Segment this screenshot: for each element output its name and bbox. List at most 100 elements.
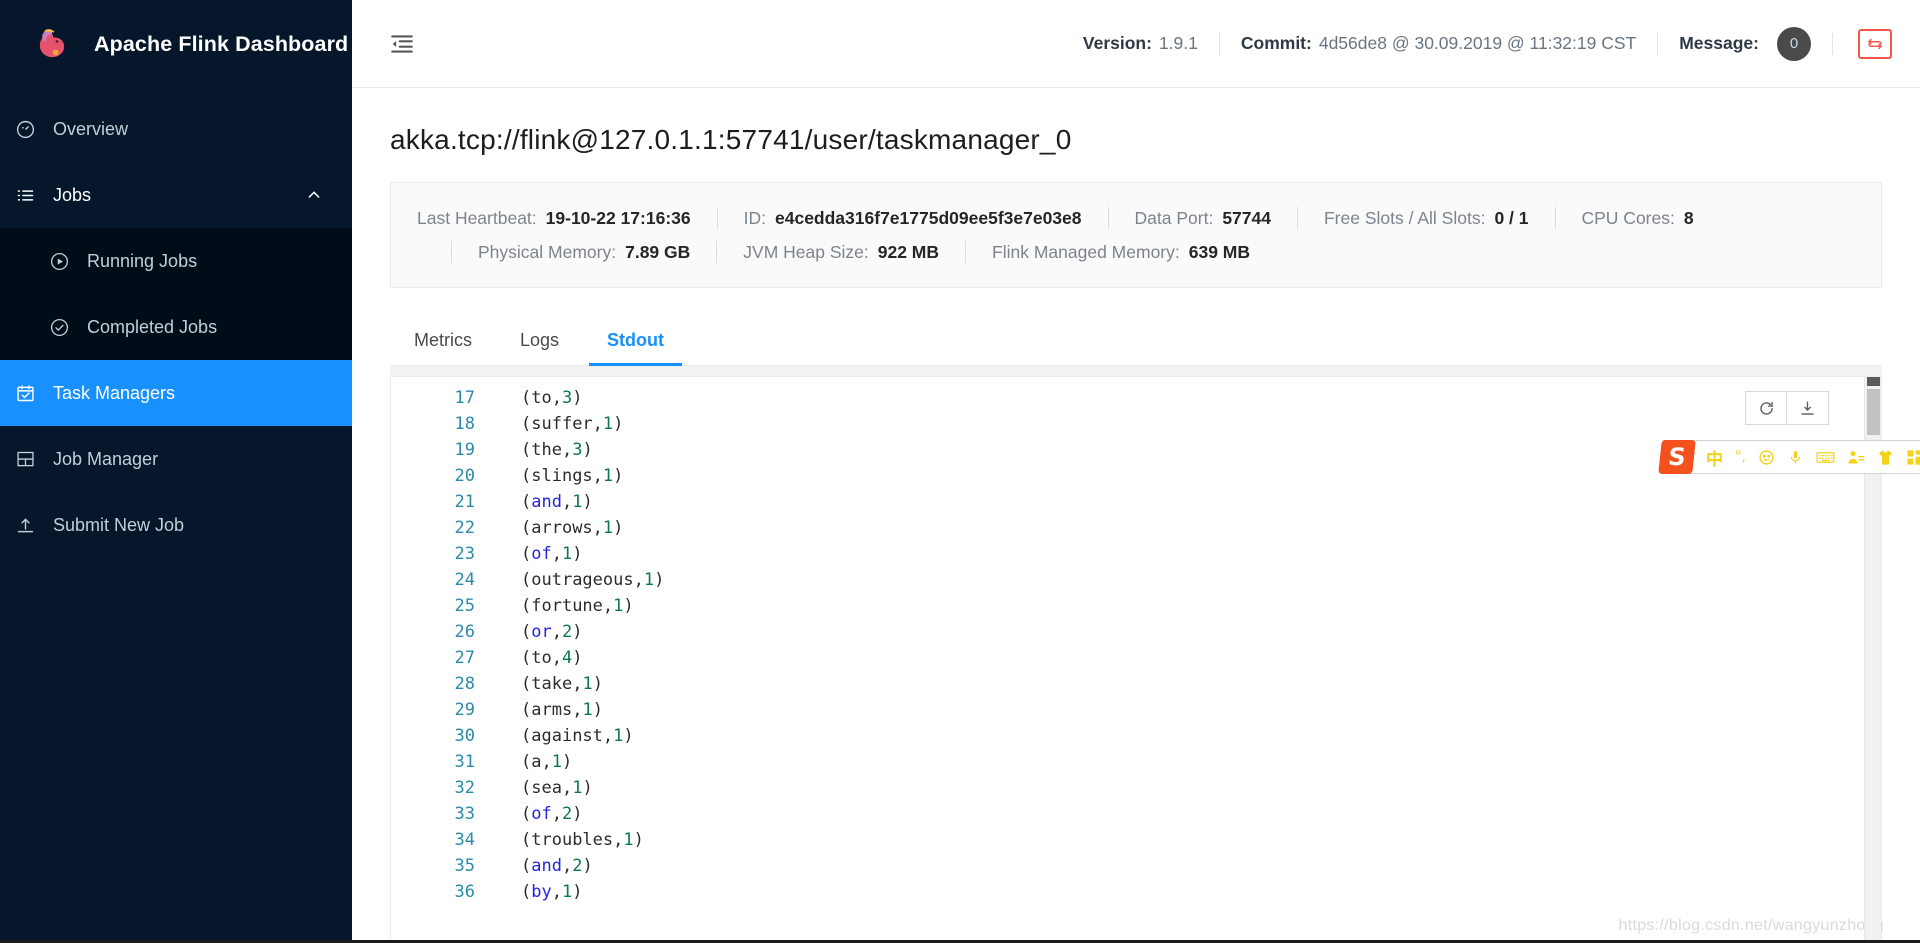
code-line: 24 (outrageous,1) xyxy=(391,567,1881,593)
sidebar-item-label: Overview xyxy=(53,118,129,139)
layout-grid-icon xyxy=(14,448,36,470)
scroll-arrow[interactable] xyxy=(1867,377,1880,386)
line-text: (sea,1) xyxy=(521,778,593,798)
stdout-code-box: 17 (to,3) 18 (suffer,1) 19 (the,3) 20 (slings,1… xyxy=(390,376,1882,943)
line-number: 22 xyxy=(454,518,475,538)
sidebar-item-completed-jobs[interactable]: Completed Jobs xyxy=(0,294,352,360)
line-text: (a,1) xyxy=(521,752,573,772)
info-data-port: Data Port: 57744 xyxy=(1109,208,1297,229)
info-row-1: Last Heartbeat: 19-10-22 17:16:36 ID: e4… xyxy=(391,201,1881,235)
line-number: 33 xyxy=(454,804,475,824)
code-line: 20 (slings,1) xyxy=(391,463,1881,489)
tab-metrics[interactable]: Metrics xyxy=(390,316,496,365)
info-value: 8 xyxy=(1683,207,1694,228)
sidebar-item-submit-new-job[interactable]: Submit New Job xyxy=(0,492,352,558)
info-label: Physical Memory: xyxy=(478,241,617,262)
ime-emoji-icon[interactable] xyxy=(1758,449,1775,466)
line-number: 23 xyxy=(454,544,475,564)
page-header: akka.tcp://flink@127.0.1.1:57741/user/ta… xyxy=(352,88,1920,156)
line-number: 31 xyxy=(454,752,475,772)
info-free-slots: Free Slots / All Slots: 0 / 1 xyxy=(1298,208,1555,229)
sidebar-item-task-managers[interactable]: Task Managers xyxy=(0,360,352,426)
info-flink-managed-memory: Flink Managed Memory: 639 MB xyxy=(966,242,1276,263)
code-line: 29 (arms,1) xyxy=(391,697,1881,723)
divider xyxy=(1218,32,1220,55)
ime-mic-icon[interactable] xyxy=(1787,449,1804,466)
code-line: 34 (troubles,1) xyxy=(391,827,1881,853)
info-label: CPU Cores: xyxy=(1581,207,1675,228)
line-number: 20 xyxy=(454,466,475,486)
code-line: 26 (or,2) xyxy=(391,619,1881,645)
stdout-lines[interactable]: 17 (to,3) 18 (suffer,1) 19 (the,3) 20 (slings,1… xyxy=(391,377,1881,943)
ime-shirt-icon[interactable] xyxy=(1877,449,1894,466)
sidebar-item-label: Jobs xyxy=(53,184,92,205)
sidebar: Apache Flink Dashboard Overview Jobs Run… xyxy=(0,0,352,943)
sidebar-submenu-jobs: Running Jobs Completed Jobs xyxy=(0,228,352,360)
message-label: Message: xyxy=(1679,33,1759,53)
line-text: (fortune,1) xyxy=(521,596,634,616)
line-number: 25 xyxy=(454,596,475,616)
ime-language-icon[interactable]: 中 xyxy=(1706,445,1723,470)
sidebar-item-running-jobs[interactable]: Running Jobs xyxy=(0,228,352,294)
code-line: 30 (against,1) xyxy=(391,723,1881,749)
line-text: (the,3) xyxy=(521,440,593,460)
line-text: (suffer,1) xyxy=(521,414,624,434)
line-text: (against,1) xyxy=(521,726,634,746)
chevron-up-icon[interactable] xyxy=(306,187,322,203)
menu-fold-icon[interactable] xyxy=(380,22,424,66)
ime-punctuation-icon[interactable]: °, xyxy=(1735,448,1746,466)
play-circle-icon xyxy=(48,250,70,272)
info-value: 19-10-22 17:16:36 xyxy=(545,207,691,228)
info-physical-memory: Physical Memory: 7.89 GB xyxy=(452,242,716,263)
brand-title: Apache Flink Dashboard xyxy=(94,31,349,56)
sidebar-item-overview[interactable]: Overview xyxy=(0,96,352,162)
content-area: akka.tcp://flink@127.0.1.1:57741/user/ta… xyxy=(352,88,1920,943)
code-line: 21 (and,1) xyxy=(391,489,1881,515)
sidebar-item-jobs[interactable]: Jobs xyxy=(0,162,352,228)
top-bar: Version: 1.9.1 Commit: 4d56de8 @ 30.09.2… xyxy=(352,0,1920,88)
sidebar-item-job-manager[interactable]: Job Manager xyxy=(0,426,352,492)
info-row-2: Physical Memory: 7.89 GB JVM Heap Size: … xyxy=(391,235,1881,269)
sidebar-item-label: Running Jobs xyxy=(87,250,198,271)
tab-logs[interactable]: Logs xyxy=(496,316,583,365)
ime-keyboard-icon[interactable] xyxy=(1816,449,1835,466)
tab-bar: Metrics Logs Stdout xyxy=(390,316,1882,366)
reload-icon[interactable] xyxy=(1745,391,1787,425)
watermark: https://blog.csdn.net/wangyunzhong xyxy=(1618,917,1884,934)
line-number: 34 xyxy=(454,830,475,850)
code-toolbar xyxy=(1745,391,1829,425)
info-label: ID: xyxy=(743,207,766,228)
line-text: (to,3) xyxy=(521,388,583,408)
info-last-heartbeat: Last Heartbeat: 19-10-22 17:16:36 xyxy=(391,208,717,229)
brand[interactable]: Apache Flink Dashboard xyxy=(0,0,352,88)
divider xyxy=(1657,32,1659,55)
line-text: (or,2) xyxy=(521,622,583,642)
topbar-info: Version: 1.9.1 Commit: 4d56de8 @ 30.09.2… xyxy=(1083,26,1892,61)
ime-apps-icon[interactable] xyxy=(1906,449,1920,466)
commit-label: Commit: xyxy=(1240,33,1312,53)
info-label: Last Heartbeat: xyxy=(417,207,537,228)
sidebar-item-label: Completed Jobs xyxy=(87,316,218,337)
info-cpu-cores: CPU Cores: 8 xyxy=(1556,208,1720,229)
scrollbar-thumb[interactable] xyxy=(1867,389,1880,435)
line-text: (and,1) xyxy=(521,492,593,512)
info-value: 7.89 GB xyxy=(625,241,691,262)
commit-value: 4d56de8 @ 30.09.2019 @ 11:32:19 CST xyxy=(1318,33,1637,53)
message-count-badge[interactable]: 0 xyxy=(1777,26,1811,61)
page-title: akka.tcp://flink@127.0.1.1:57741/user/ta… xyxy=(390,124,1072,155)
line-text: (take,1) xyxy=(521,674,603,694)
ime-toolbar[interactable]: S 中 °, xyxy=(1658,440,1920,474)
line-text: (of,1) xyxy=(521,544,583,564)
divider xyxy=(1832,32,1833,55)
line-number: 17 xyxy=(454,388,475,408)
line-text: (and,2) xyxy=(521,856,593,876)
sidebar-nav: Overview Jobs Running Jobs Completed Job… xyxy=(0,88,352,558)
tab-stdout[interactable]: Stdout xyxy=(583,316,688,366)
refresh-toggle-icon[interactable] xyxy=(1858,28,1892,59)
line-number: 32 xyxy=(454,778,475,798)
line-text: (troubles,1) xyxy=(521,830,644,850)
ime-person-icon[interactable] xyxy=(1847,449,1865,466)
sogou-logo-icon[interactable]: S xyxy=(1658,440,1696,474)
download-icon[interactable] xyxy=(1787,391,1829,425)
info-value: 639 MB xyxy=(1188,241,1251,262)
